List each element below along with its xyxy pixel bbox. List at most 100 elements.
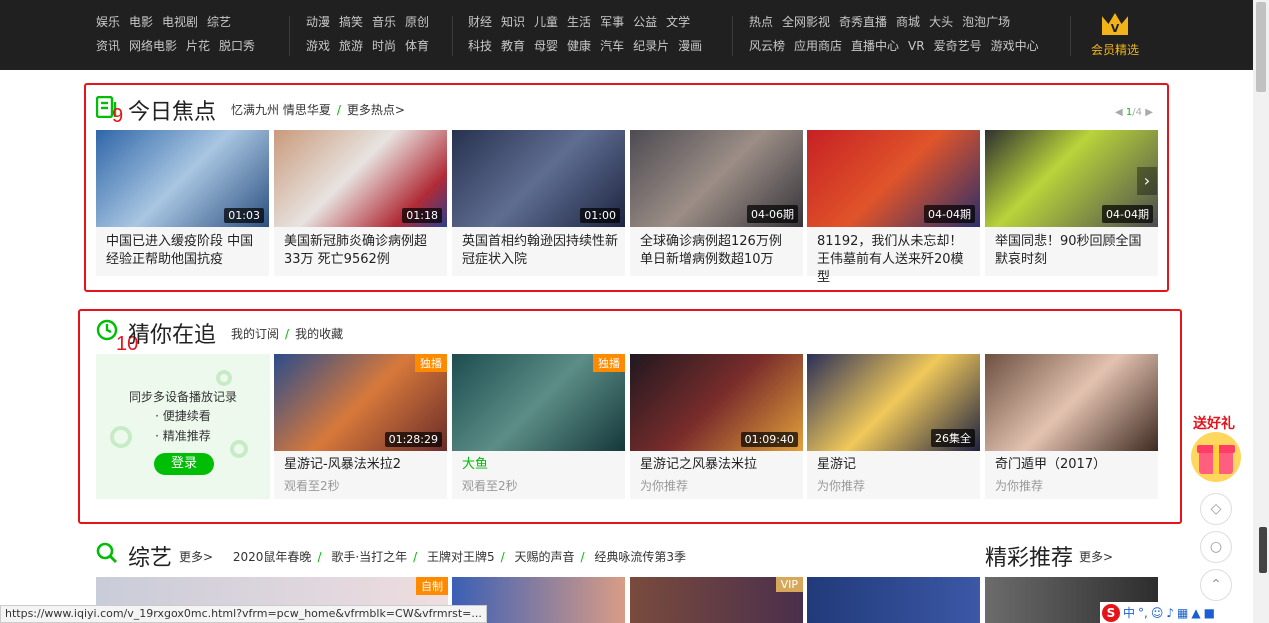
skin-icon[interactable]: ▲: [1191, 606, 1200, 620]
nav-link[interactable]: 文学: [666, 10, 690, 34]
nav-link[interactable]: 游戏: [306, 34, 330, 58]
variety-link[interactable]: 王牌对王牌5: [427, 550, 495, 564]
variety-link[interactable]: 天赐的声音: [515, 550, 575, 564]
nav-link[interactable]: 汽车: [600, 34, 624, 58]
variety-link[interactable]: 2020鼠年春晚: [233, 550, 312, 564]
guess-video-card[interactable]: 奇门遁甲（2017） 为你推荐: [985, 354, 1158, 499]
video-thumbnail[interactable]: 独播: [452, 354, 625, 451]
login-button[interactable]: 登录: [154, 453, 214, 475]
nav-link[interactable]: 电影: [129, 10, 153, 34]
video-thumbnail[interactable]: 01:00: [452, 130, 625, 227]
nav-link[interactable]: 时尚: [372, 34, 396, 58]
nav-link[interactable]: 热点: [749, 10, 773, 34]
video-title[interactable]: 举国同悲！90秒回顾全国默哀时刻: [995, 233, 1153, 269]
video-thumbnail[interactable]: 独播 01:28:29: [274, 354, 447, 451]
nav-link[interactable]: 知识: [501, 10, 525, 34]
variety-link[interactable]: 经典咏流传第3季: [594, 550, 686, 564]
nav-link[interactable]: 教育: [501, 34, 525, 58]
nav-link[interactable]: 原创: [405, 10, 429, 34]
nav-link[interactable]: VR: [908, 34, 925, 58]
ime-toolbar[interactable]: S 中 °, ☺ ♪ ▦ ▲ ■: [1100, 602, 1253, 623]
variety-thumb-4[interactable]: [807, 577, 980, 623]
keyboard-icon[interactable]: ▦: [1177, 606, 1188, 620]
my-subscriptions-link[interactable]: 我的订阅: [231, 327, 279, 341]
video-thumbnail[interactable]: 04-04期: [985, 130, 1158, 227]
guess-video-card[interactable]: 26集全 星游记 为你推荐: [807, 354, 980, 499]
pager-prev-icon[interactable]: ◀: [1115, 107, 1123, 118]
nav-link[interactable]: 网络电影: [129, 34, 177, 58]
video-title[interactable]: 大鱼: [462, 456, 620, 474]
video-title[interactable]: 美国新冠肺炎确诊病例超33万 死亡9562例: [284, 233, 442, 269]
nav-link[interactable]: 商城: [896, 10, 920, 34]
variety-link[interactable]: 歌手·当打之年: [331, 550, 407, 564]
nav-link[interactable]: 全网影视: [782, 10, 830, 34]
my-favorites-link[interactable]: 我的收藏: [295, 327, 343, 341]
nav-link[interactable]: 综艺: [207, 10, 231, 34]
back-to-top-button[interactable]: ⌃: [1200, 569, 1232, 601]
nav-link[interactable]: 奇秀直播: [839, 10, 887, 34]
guess-video-card[interactable]: 独播 大鱼 观看至2秒: [452, 354, 625, 499]
focus-video-card[interactable]: 04-04期 举国同悲！90秒回顾全国默哀时刻: [985, 130, 1158, 276]
punctuation-icon[interactable]: °,: [1138, 606, 1148, 620]
focus-video-card[interactable]: 04-06期 全球确诊病例超126万例 单日新增病例数超10万: [630, 130, 803, 276]
nav-link[interactable]: 爱奇艺号: [934, 34, 982, 58]
video-thumbnail[interactable]: 04-04期: [807, 130, 980, 227]
focus-video-card[interactable]: 01:00 英国首相约翰逊因持续性新冠症状入院: [452, 130, 625, 276]
nav-link[interactable]: 资讯: [96, 34, 120, 58]
nav-link[interactable]: 搞笑: [339, 10, 363, 34]
nav-link[interactable]: 漫画: [678, 34, 702, 58]
nav-link[interactable]: 脱口秀: [219, 34, 255, 58]
nav-link[interactable]: 母婴: [534, 34, 558, 58]
focus-topic-link[interactable]: 忆满九州 情思华夏: [231, 103, 331, 117]
nav-link[interactable]: 生活: [567, 10, 591, 34]
focus-video-card[interactable]: 04-04期 81192，我们从未忘却！王伟墓前有人送来歼20模型: [807, 130, 980, 285]
video-title[interactable]: 奇门遁甲（2017）: [995, 456, 1153, 474]
nav-link[interactable]: 儿童: [534, 10, 558, 34]
feedback-button[interactable]: ◇: [1200, 493, 1232, 525]
video-title[interactable]: 全球确诊病例超126万例 单日新增病例数超10万: [640, 233, 798, 269]
pager-next-icon[interactable]: ▶: [1145, 107, 1153, 118]
focus-video-card[interactable]: 01:18 美国新冠肺炎确诊病例超33万 死亡9562例: [274, 130, 447, 276]
focus-video-card[interactable]: 01:03 中国已进入缓疫阶段 中国经验正帮助他国抗疫: [96, 130, 269, 276]
nav-link[interactable]: 游戏中心: [991, 34, 1039, 58]
video-title[interactable]: 英国首相约翰逊因持续性新冠症状入院: [462, 233, 620, 269]
video-thumbnail[interactable]: 26集全: [807, 354, 980, 451]
variety-more-link[interactable]: 更多>: [179, 550, 213, 564]
video-thumbnail[interactable]: 04-06期: [630, 130, 803, 227]
nav-link[interactable]: 健康: [567, 34, 591, 58]
toolbox-icon[interactable]: ■: [1204, 606, 1215, 620]
scrollbar-thumb[interactable]: [1256, 2, 1266, 92]
ime-language[interactable]: 中: [1123, 604, 1135, 621]
nav-link[interactable]: 片花: [186, 34, 210, 58]
nav-link[interactable]: 娱乐: [96, 10, 120, 34]
guess-video-card[interactable]: 独播 01:28:29 星游记-风暴法米拉2 观看至2秒: [274, 354, 447, 499]
chat-button[interactable]: ○: [1200, 531, 1232, 563]
nav-link[interactable]: 电视剧: [162, 10, 198, 34]
video-thumbnail[interactable]: 01:03: [96, 130, 269, 227]
video-title[interactable]: 星游记: [817, 456, 975, 474]
vip-selection-button[interactable]: V 会员精选: [1085, 10, 1145, 58]
nav-link[interactable]: 动漫: [306, 10, 330, 34]
featured-more-link[interactable]: 更多>: [1079, 548, 1113, 565]
nav-link[interactable]: 应用商店: [794, 34, 842, 58]
carousel-next-button[interactable]: ›: [1137, 167, 1157, 195]
variety-thumb-3[interactable]: VIP: [630, 577, 803, 623]
video-title[interactable]: 星游记-风暴法米拉2: [284, 456, 442, 474]
emoji-icon[interactable]: ☺: [1151, 606, 1164, 620]
nav-link[interactable]: 科技: [468, 34, 492, 58]
nav-link[interactable]: 旅游: [339, 34, 363, 58]
nav-link[interactable]: 公益: [633, 10, 657, 34]
more-hot-link[interactable]: 更多热点>: [347, 103, 405, 117]
nav-link[interactable]: 大头: [929, 10, 953, 34]
video-title[interactable]: 81192，我们从未忘却！王伟墓前有人送来歼20模型: [817, 233, 975, 287]
nav-link[interactable]: 音乐: [372, 10, 396, 34]
video-thumbnail[interactable]: 01:09:40: [630, 354, 803, 451]
video-thumbnail[interactable]: [985, 354, 1158, 451]
nav-link[interactable]: 财经: [468, 10, 492, 34]
video-thumbnail[interactable]: 01:18: [274, 130, 447, 227]
nav-link[interactable]: 纪录片: [633, 34, 669, 58]
nav-link[interactable]: 直播中心: [851, 34, 899, 58]
microphone-icon[interactable]: ♪: [1166, 606, 1174, 620]
nav-link[interactable]: 军事: [600, 10, 624, 34]
nav-link[interactable]: 泡泡广场: [962, 10, 1010, 34]
